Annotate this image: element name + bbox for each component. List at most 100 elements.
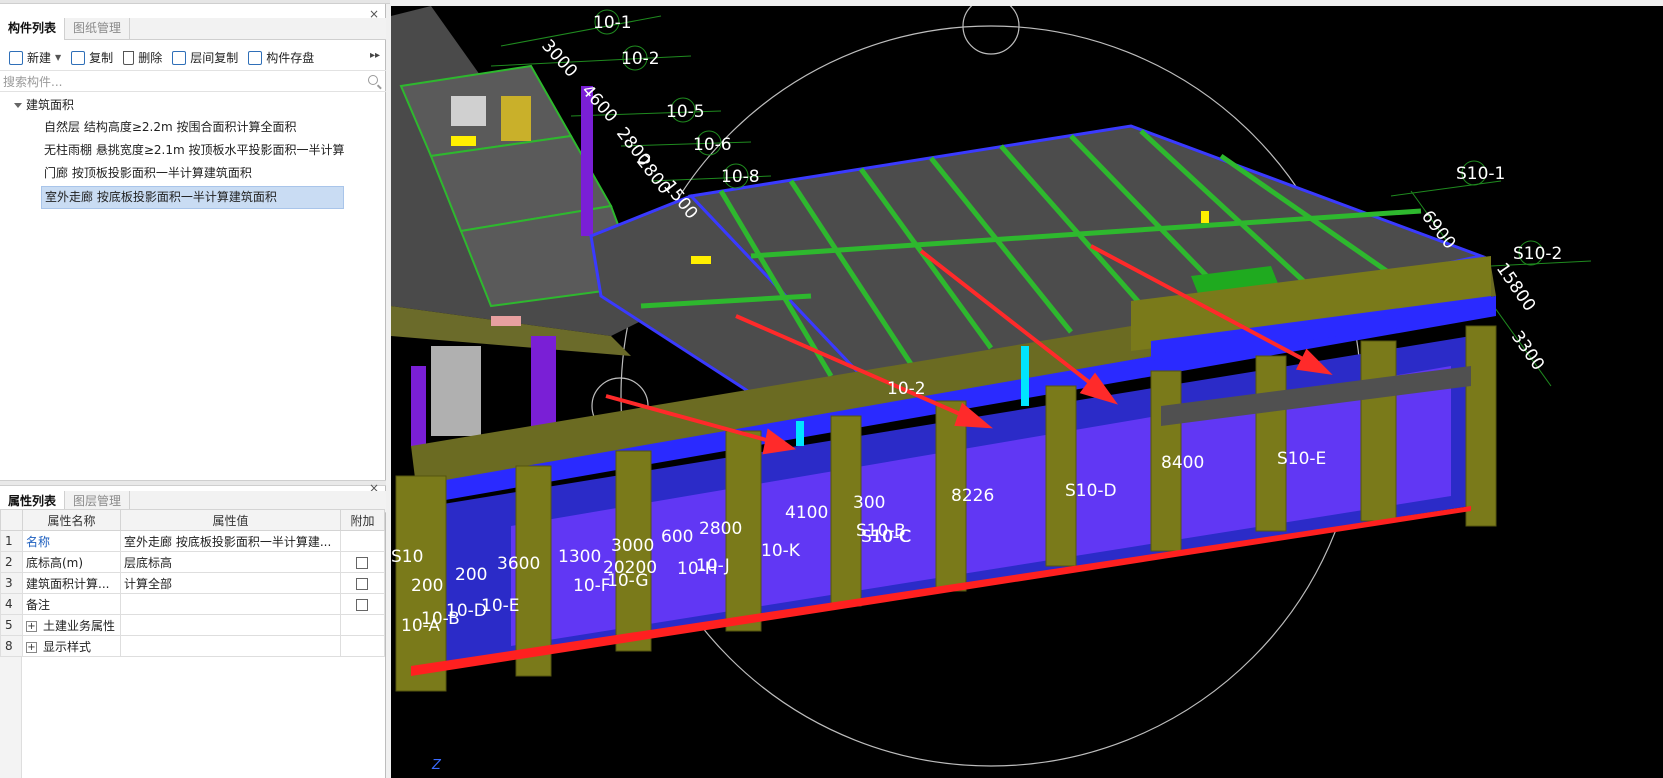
property-value[interactable]: 计算全部	[120, 572, 341, 594]
tree-item[interactable]: 自然层 结构高度≥2.2m 按围合面积计算全面积	[41, 117, 344, 140]
row-header-gutter	[0, 657, 22, 778]
caret-down-icon[interactable]	[14, 103, 22, 108]
search-icon[interactable]	[368, 75, 378, 85]
dimension-label: 3000	[537, 36, 581, 82]
property-group: + 土建业务属性	[22, 614, 121, 636]
attach-checkbox[interactable]	[356, 577, 368, 590]
search-input[interactable]	[0, 72, 360, 91]
attach-cell	[340, 572, 385, 594]
tree-item-selected[interactable]: 室外走廊 按底板投影面积一半计算建筑面积	[41, 186, 344, 209]
floor-copy-button-label: 层间复制	[190, 51, 239, 65]
property-value	[120, 635, 341, 657]
property-group-label: 显示样式	[43, 639, 92, 654]
table-row[interactable]: 8 + 显示样式	[0, 635, 385, 657]
property-value	[120, 614, 341, 636]
copy-button[interactable]: 复制	[66, 47, 118, 69]
copy-button-label: 复制	[89, 51, 114, 65]
attach-cell	[340, 614, 385, 636]
dimension-label: 2800	[699, 519, 742, 539]
property-value[interactable]: 室外走廊 按底板投影面积一半计算建...	[120, 530, 341, 552]
chevron-down-icon[interactable]: ▼	[55, 53, 61, 62]
orbit-handle-top[interactable]	[962, 6, 1020, 55]
property-table-wrap: 属性名称 属性值 附加 1 名称 室外走廊 按底板投影面积一半计算建... 2 …	[0, 509, 386, 657]
axis-label: S10-D	[1065, 481, 1117, 501]
axis-label: S10-B	[856, 521, 906, 541]
new-icon	[9, 50, 23, 65]
floor-copy-button[interactable]: 层间复制	[167, 47, 243, 69]
attach-cell	[340, 530, 385, 552]
dimension-label: 8400	[1161, 453, 1204, 473]
property-value[interactable]: 层底标高	[120, 551, 341, 573]
row-number: 2	[0, 551, 23, 573]
save-component-button[interactable]: 构件存盘	[243, 47, 319, 69]
delete-button-label: 删除	[138, 51, 163, 65]
dimension-label: 8226	[951, 486, 994, 506]
floor-copy-icon	[172, 50, 187, 65]
axis-label: S10-E	[1277, 449, 1326, 469]
model-canvas[interactable]: 10-1 10-2 10-5 10-6 10-8 S10-1 S10-2 S10…	[391, 6, 1663, 778]
delete-button[interactable]: 删除	[118, 47, 167, 69]
table-row[interactable]: 1 名称 室外走廊 按底板投影面积一半计算建...	[0, 530, 385, 552]
component-search	[0, 72, 386, 92]
header-attach: 附加	[340, 509, 385, 531]
dimension-label: 3300	[1507, 327, 1548, 374]
table-row[interactable]: 3 建筑面积计算... 计算全部	[0, 572, 385, 594]
tree-root-label: 建筑面积	[26, 98, 75, 112]
new-button[interactable]: 新建 ▼	[4, 47, 66, 69]
axis-label: 10-K	[761, 541, 801, 561]
axis-label: S10-1	[1456, 164, 1505, 184]
expand-icon[interactable]: +	[26, 641, 37, 653]
component-toolbar: 新建 ▼ 复制 删除 层间复制 构件存盘 ▸▸	[0, 45, 386, 71]
axis-label: 10-2	[621, 49, 660, 69]
left-panel: × 构件列表 图纸管理 新建 ▼ 复制 删除 层间复制 构件存盘 ▸▸ 搜索构件…	[0, 4, 386, 778]
attach-cell	[340, 551, 385, 573]
property-group: + 显示样式	[22, 635, 121, 657]
dimension-label: 600	[661, 527, 693, 547]
property-table: 属性名称 属性值 附加 1 名称 室外走廊 按底板投影面积一半计算建... 2 …	[0, 509, 385, 657]
model-viewport-3d[interactable]: 10-1 10-2 10-5 10-6 10-8 S10-1 S10-2 S10…	[391, 6, 1663, 778]
row-number: 5	[0, 614, 23, 636]
header-property-name: 属性名称	[22, 509, 121, 531]
dimension-label: 4100	[785, 503, 828, 523]
axis-label: 10-5	[666, 102, 705, 122]
tree-item[interactable]: 无柱雨棚 悬挑宽度≥2.1m 按顶板水平投影面积一半计算	[41, 140, 344, 163]
app-root: × 构件列表 图纸管理 新建 ▼ 复制 删除 层间复制 构件存盘 ▸▸ 搜索构件…	[0, 0, 1663, 778]
property-value[interactable]	[120, 593, 341, 615]
axis-label: 10-H	[677, 559, 718, 579]
dimension-label: 1300	[558, 547, 601, 567]
table-row[interactable]: 4 备注	[0, 593, 385, 615]
property-name: 建筑面积计算...	[22, 572, 121, 594]
axis-label: 10-1	[593, 13, 632, 33]
table-row[interactable]: 2 底标高(m) 层底标高	[0, 551, 385, 573]
property-name: 备注	[22, 593, 121, 615]
property-group-label: 土建业务属性	[43, 618, 116, 633]
row-number: 4	[0, 593, 23, 615]
attach-checkbox[interactable]	[356, 556, 368, 569]
component-tree: 建筑面积 自然层 结构高度≥2.2m 按围合面积计算全面积 无柱雨棚 悬挑宽度≥…	[0, 94, 386, 209]
tree-root-building-area[interactable]: 建筑面积	[0, 94, 386, 117]
row-number: 1	[0, 530, 23, 552]
axis-z-indicator: Z	[432, 758, 441, 773]
property-name: 底标高(m)	[22, 551, 121, 573]
tab-component-list[interactable]: 构件列表	[0, 18, 66, 40]
dimension-label: 3600	[497, 554, 540, 574]
attach-cell	[340, 635, 385, 657]
header-index	[0, 509, 23, 531]
component-panel-tabs: 构件列表 图纸管理	[0, 18, 386, 40]
property-table-header: 属性名称 属性值 附加	[0, 509, 385, 531]
axis-label: S10	[391, 547, 423, 567]
row-number: 8	[0, 635, 23, 657]
dimension-label: 300	[853, 493, 885, 513]
axis-label: 10-2	[887, 379, 926, 399]
table-row[interactable]: 5 + 土建业务属性	[0, 614, 385, 636]
attach-cell	[340, 593, 385, 615]
dimension-label: 20200	[603, 558, 657, 578]
expand-icon[interactable]: +	[26, 620, 37, 632]
tree-item[interactable]: 门廊 按顶板投影面积一半计算建筑面积	[41, 163, 344, 186]
panel-splitter[interactable]	[0, 480, 386, 486]
new-button-label: 新建	[27, 51, 52, 65]
tab-drawing-management[interactable]: 图纸管理	[65, 18, 131, 40]
toolbar-overflow-icon[interactable]: ▸▸	[370, 50, 380, 61]
axis-label: 10-F	[573, 576, 611, 596]
attach-checkbox[interactable]	[356, 598, 368, 611]
